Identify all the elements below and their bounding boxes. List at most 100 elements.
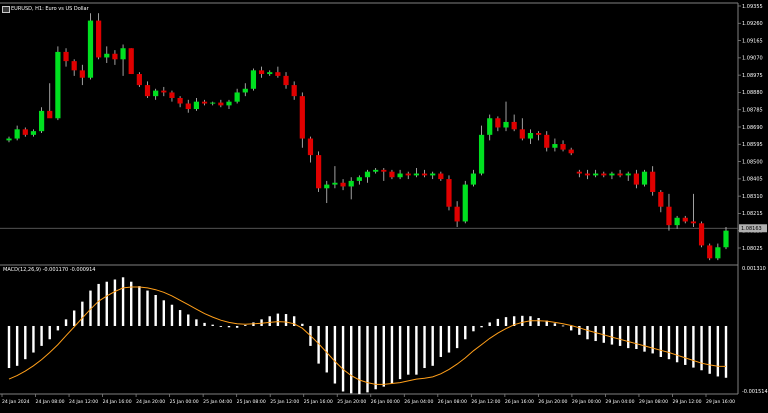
macd-histogram-bar <box>235 325 239 328</box>
candle-body[interactable] <box>324 184 330 189</box>
candle-body[interactable] <box>71 61 77 71</box>
macd-title: MACD(12,26,9) -0.001170 -0.000914 <box>3 267 96 273</box>
candle-body[interactable] <box>470 173 477 185</box>
candle-body[interactable] <box>185 103 191 110</box>
macd-histogram-bar <box>333 325 337 384</box>
candle-body[interactable] <box>617 173 623 176</box>
candle-body[interactable] <box>650 171 656 192</box>
candle-body[interactable] <box>144 85 151 97</box>
candle-body[interactable] <box>446 179 452 207</box>
candle-body[interactable] <box>421 173 428 176</box>
candle-body[interactable] <box>584 173 591 176</box>
candle-body[interactable] <box>22 129 28 135</box>
candle-body[interactable] <box>438 173 444 180</box>
candle-body[interactable] <box>63 51 69 62</box>
candle-body[interactable] <box>552 144 558 148</box>
candle-body[interactable] <box>332 182 338 185</box>
candle-body[interactable] <box>14 129 20 139</box>
candle-body[interactable] <box>291 85 297 97</box>
candle-body[interactable] <box>576 171 582 174</box>
candle-body[interactable] <box>413 173 419 176</box>
candle-body[interactable] <box>169 92 175 98</box>
candle-body[interactable] <box>161 90 167 93</box>
candle-body[interactable] <box>658 191 664 207</box>
candle-body[interactable] <box>609 173 615 176</box>
candle-body[interactable] <box>568 149 574 154</box>
candle-body[interactable] <box>356 177 362 181</box>
candle-body[interactable] <box>112 53 118 60</box>
candle-body[interactable] <box>283 75 289 86</box>
candle-body[interactable] <box>226 101 232 106</box>
candle-body[interactable] <box>234 92 240 102</box>
candle-body[interactable] <box>47 110 53 119</box>
candle-body[interactable] <box>397 173 403 178</box>
candle-body[interactable] <box>666 206 672 226</box>
candle-body[interactable] <box>210 102 216 104</box>
candle-body[interactable] <box>560 144 566 150</box>
candle-body[interactable] <box>258 70 265 75</box>
candle-body[interactable] <box>682 217 688 222</box>
candle-body[interactable] <box>527 133 534 139</box>
macd-histogram-bar <box>7 325 11 369</box>
candle-body[interactable] <box>242 88 248 93</box>
candle-body[interactable] <box>38 110 45 132</box>
candle-body[interactable] <box>250 70 257 89</box>
candle-body[interactable] <box>593 173 599 176</box>
macd-histogram-bar <box>105 281 108 326</box>
macd-histogram-bar <box>708 325 711 374</box>
candle-body[interactable] <box>307 138 314 156</box>
macd-histogram-bar <box>130 281 133 326</box>
candle-body[interactable] <box>373 169 379 172</box>
candle-body[interactable] <box>348 180 354 187</box>
candle-body[interactable] <box>707 245 713 259</box>
candle-body[interactable] <box>511 121 517 130</box>
candle-body[interactable] <box>519 129 525 139</box>
candle-body[interactable] <box>87 20 94 78</box>
candle-body[interactable] <box>193 101 199 110</box>
candle-body[interactable] <box>389 171 395 178</box>
candle-body[interactable] <box>267 72 273 75</box>
candle-body[interactable] <box>723 230 729 248</box>
candle-body[interactable] <box>715 247 721 259</box>
candle-body[interactable] <box>79 70 85 78</box>
candle-body[interactable] <box>153 90 159 97</box>
candle-body[interactable] <box>128 48 134 75</box>
candle-body[interactable] <box>641 171 648 185</box>
candle-body[interactable] <box>136 74 142 86</box>
candle-body[interactable] <box>625 173 631 176</box>
candle-body[interactable] <box>120 48 126 60</box>
candle-body[interactable] <box>478 134 485 174</box>
time-axis-label: 29 Jan 16:00 <box>706 399 735 405</box>
candle-body[interactable] <box>487 118 493 135</box>
candle-body[interactable] <box>218 102 224 106</box>
candle-body[interactable] <box>275 72 281 76</box>
chart-canvas[interactable]: 1.09355 1.09260 1.09165 1.09070 1.08975 1.088… <box>0 0 768 409</box>
candle-body[interactable] <box>698 223 705 246</box>
candle-body[interactable] <box>536 133 542 135</box>
candle-body[interactable] <box>633 173 639 185</box>
candle-body[interactable] <box>177 97 183 104</box>
candle-body[interactable] <box>674 217 680 226</box>
candle-body[interactable] <box>690 221 697 224</box>
candle-body[interactable] <box>316 155 322 189</box>
candle-body[interactable] <box>430 173 436 176</box>
candle-body[interactable] <box>299 96 305 139</box>
candle-body[interactable] <box>201 101 208 104</box>
candle-body[interactable] <box>104 53 110 58</box>
candle-body[interactable] <box>601 173 607 176</box>
candle-body[interactable] <box>55 51 61 119</box>
candle-body[interactable] <box>544 134 550 148</box>
candle-body[interactable] <box>96 20 102 58</box>
candle-body[interactable] <box>6 138 12 141</box>
candle-body[interactable] <box>454 206 460 222</box>
candle-body[interactable] <box>340 182 346 187</box>
price-axis-label: 1.08405 <box>742 177 763 183</box>
candle-body[interactable] <box>503 121 509 128</box>
chart-menu-icon[interactable] <box>2 6 10 13</box>
candle-body[interactable] <box>364 171 371 178</box>
candle-body[interactable] <box>381 169 387 172</box>
candle-body[interactable] <box>30 131 37 135</box>
candle-body[interactable] <box>462 184 468 222</box>
candle-body[interactable] <box>405 173 411 176</box>
candle-body[interactable] <box>495 118 501 128</box>
